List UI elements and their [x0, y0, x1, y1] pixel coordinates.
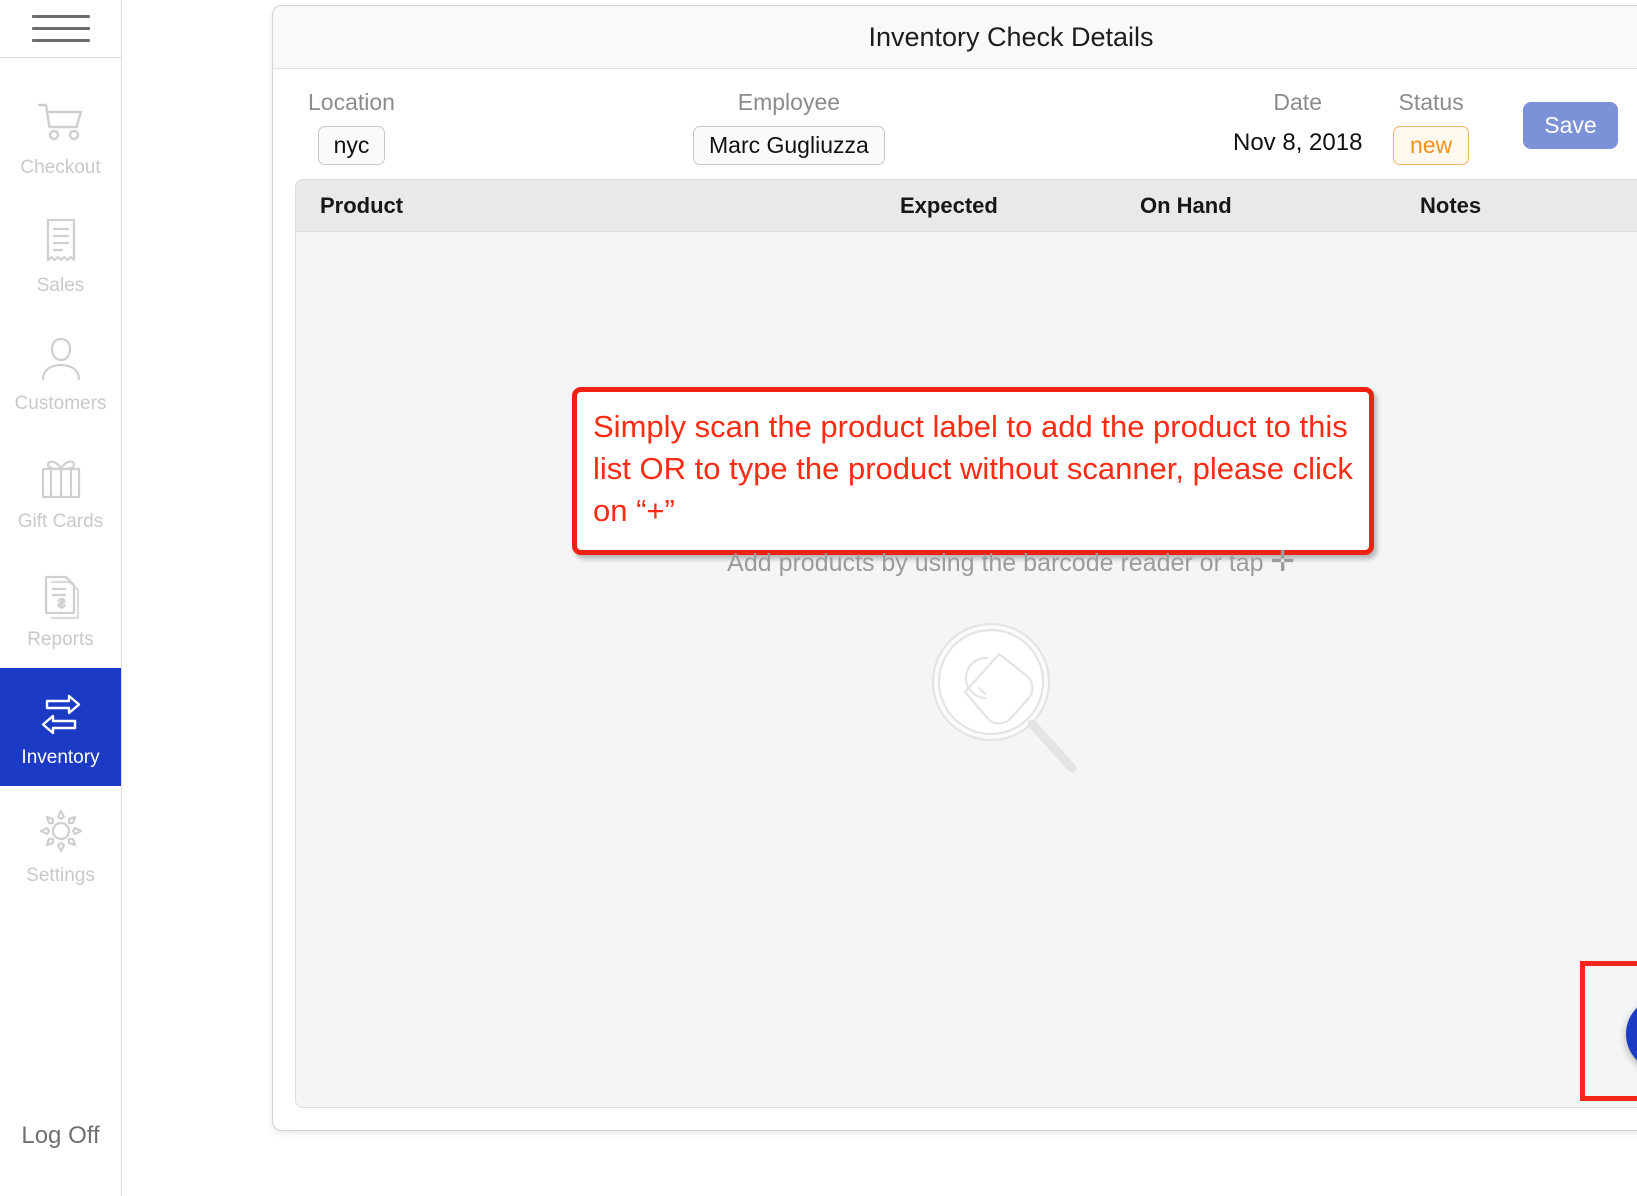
sidebar-item-checkout[interactable]: Checkout — [0, 78, 121, 196]
person-icon — [33, 331, 89, 387]
inventory-check-dialog: Inventory Check Details Location nyc Emp… — [272, 5, 1637, 1131]
column-header-notes: Notes — [1420, 192, 1482, 218]
status-badge: new — [1393, 126, 1470, 165]
employee-value[interactable]: Marc Gugliuzza — [693, 126, 885, 165]
dialog-meta-row: Location nyc Employee Marc Gugliuzza Dat… — [273, 69, 1637, 179]
empty-state-hint-text: Add products by using the barcode reader… — [727, 549, 1264, 577]
status-label: Status — [1398, 89, 1464, 115]
main-stage: Inventory Check Details Location nyc Emp… — [122, 0, 1637, 1196]
location-field: Location nyc — [308, 87, 395, 165]
receipt-icon — [33, 213, 89, 269]
annotation-callout: Simply scan the product label to add the… — [572, 387, 1374, 555]
documents-dollar-icon — [33, 567, 89, 623]
hamburger-bar — [31, 15, 90, 18]
date-value: Nov 8, 2018 — [1233, 129, 1363, 156]
hamburger-bar — [31, 27, 90, 30]
employee-field: Employee Marc Gugliuzza — [693, 87, 885, 165]
sidebar-item-label: Reports — [27, 629, 94, 650]
sidebar-item-reports[interactable]: Reports — [0, 550, 121, 668]
sidebar-item-settings[interactable]: Settings — [0, 786, 121, 904]
location-value[interactable]: nyc — [317, 126, 386, 165]
sidebar-item-inventory[interactable]: Inventory — [0, 668, 121, 786]
hamburger-menu-icon[interactable] — [0, 0, 121, 58]
app-root: Checkout Sales Customers Gift Cards Repo… — [0, 0, 1637, 1196]
sidebar-item-gift-cards[interactable]: Gift Cards — [0, 432, 121, 550]
table-body-empty: Simply scan the product label to add the… — [296, 232, 1637, 1107]
empty-state-hint: Add products by using the barcode reader… — [296, 544, 1637, 579]
magnifier-product-tag-icon — [911, 602, 1111, 802]
dialog-titlebar: Inventory Check Details — [273, 6, 1637, 69]
sidebar-item-customers[interactable]: Customers — [0, 314, 121, 432]
employee-label: Employee — [737, 89, 841, 115]
gift-box-icon — [33, 449, 89, 505]
annotation-callout-text: Simply scan the product label to add the… — [593, 409, 1353, 528]
sidebar-item-label: Inventory — [21, 747, 100, 768]
sidebar-item-label: Checkout — [20, 157, 101, 178]
column-header-expected: Expected — [900, 192, 998, 218]
date-field: Date Nov 8, 2018 — [1233, 87, 1362, 157]
hamburger-bar — [31, 39, 90, 42]
logoff-label: Log Off — [21, 1122, 100, 1149]
save-button[interactable]: Save — [1523, 102, 1618, 149]
date-label: Date — [1273, 89, 1322, 115]
table-header-row: Product Expected On Hand Notes — [296, 180, 1637, 232]
shopping-cart-icon — [33, 95, 89, 151]
sidebar-item-label: Gift Cards — [17, 511, 104, 532]
column-header-on-hand: On Hand — [1140, 192, 1232, 218]
transfer-arrows-icon — [33, 685, 89, 741]
gear-icon — [33, 803, 89, 859]
page-title: Inventory Check Details — [868, 21, 1154, 52]
logoff-button[interactable]: Log Off — [0, 1076, 121, 1196]
sidebar-item-sales[interactable]: Sales — [0, 196, 121, 314]
sidebar-nav: Checkout Sales Customers Gift Cards Repo… — [0, 58, 121, 1076]
products-table-panel: Product Expected On Hand Notes Simply sc… — [295, 179, 1637, 1108]
sidebar-item-label: Customers — [14, 393, 107, 414]
plus-icon: ✛ — [1270, 546, 1295, 578]
sidebar-item-label: Sales — [36, 275, 85, 296]
sidebar-item-label: Settings — [26, 865, 95, 886]
location-label: Location — [308, 89, 395, 115]
status-field: Status new — [1393, 87, 1470, 165]
sidebar: Checkout Sales Customers Gift Cards Repo… — [0, 0, 122, 1196]
column-header-product: Product — [320, 192, 404, 218]
